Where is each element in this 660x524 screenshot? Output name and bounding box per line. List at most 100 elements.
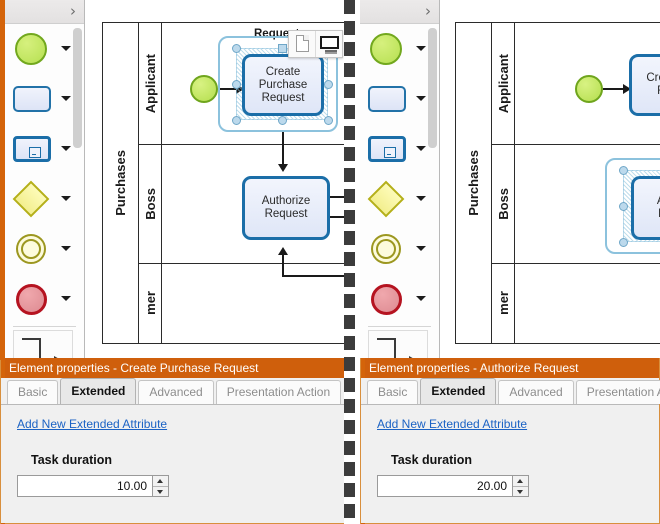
task-authorize-request[interactable]: AuthorizReques bbox=[631, 176, 660, 240]
task-duration-label: Task duration bbox=[31, 453, 113, 467]
stepper-down-icon[interactable] bbox=[513, 487, 528, 497]
diagram-canvas[interactable]: Purchases Applicant Boss mer bbox=[86, 0, 348, 358]
dropdown-caret-icon[interactable] bbox=[416, 196, 426, 201]
stepper-up-icon[interactable] bbox=[153, 476, 168, 487]
resize-handle-w[interactable] bbox=[232, 80, 241, 89]
palette-item-end-event[interactable] bbox=[360, 274, 439, 324]
shape-palette: › bbox=[5, 0, 85, 380]
red-circle-icon bbox=[368, 282, 412, 316]
pool-label-text: Purchases bbox=[466, 150, 481, 216]
palette-item-gateway[interactable] bbox=[5, 174, 84, 224]
stepper-up-icon[interactable] bbox=[513, 476, 528, 487]
element-properties-panel: Element properties - Create Purchase Req… bbox=[0, 358, 348, 524]
dropdown-caret-icon[interactable] bbox=[61, 96, 71, 101]
yellow-diamond-icon bbox=[367, 180, 412, 218]
tab-presentation-action[interactable]: Presentation Action bbox=[575, 380, 660, 404]
properties-body: Add New Extended Attribute Task duration… bbox=[1, 405, 347, 523]
dropdown-caret-icon[interactable] bbox=[416, 96, 426, 101]
pool-label: Purchases bbox=[103, 23, 139, 343]
start-event[interactable] bbox=[190, 75, 218, 103]
stepper-buttons bbox=[512, 476, 528, 496]
double-circle-icon bbox=[368, 232, 412, 266]
resize-handle-nw[interactable] bbox=[232, 44, 241, 53]
lane-boss-label: Boss bbox=[139, 144, 162, 263]
start-event[interactable] bbox=[575, 75, 603, 103]
dropdown-caret-icon[interactable] bbox=[61, 246, 71, 251]
add-new-extended-attribute-link[interactable]: Add New Extended Attribute bbox=[377, 417, 527, 431]
connector-line bbox=[282, 275, 348, 277]
chevron-right-icon[interactable]: › bbox=[425, 3, 431, 19]
double-circle-icon bbox=[13, 232, 57, 266]
add-new-extended-attribute-link[interactable]: Add New Extended Attribute bbox=[17, 417, 167, 431]
tab-advanced[interactable]: Advanced bbox=[498, 380, 574, 404]
resize-handle-se[interactable] bbox=[324, 116, 333, 125]
resize-handle-e[interactable] bbox=[324, 80, 333, 89]
palette-item-task[interactable] bbox=[360, 74, 439, 124]
palette-item-subprocess[interactable] bbox=[5, 124, 84, 174]
resize-handle-nw[interactable] bbox=[619, 166, 628, 175]
resize-handle-w[interactable] bbox=[619, 202, 628, 211]
task-duration-value[interactable]: 10.00 bbox=[18, 476, 152, 496]
minibar-screen-button[interactable] bbox=[316, 31, 342, 57]
resize-handle-n[interactable] bbox=[278, 44, 287, 53]
dropdown-caret-icon[interactable] bbox=[416, 46, 426, 51]
application-window: › Purchases Applicant Boss mer Request C… bbox=[0, 0, 660, 524]
dropdown-caret-icon[interactable] bbox=[416, 146, 426, 151]
chevron-right-icon[interactable]: › bbox=[70, 3, 76, 19]
task-label: Create PurcReques bbox=[646, 72, 660, 97]
lane-applicant-label: Applicant bbox=[139, 23, 162, 144]
resize-handle-s[interactable] bbox=[278, 116, 287, 125]
dropdown-caret-icon[interactable] bbox=[61, 196, 71, 201]
properties-title: Element properties - Authorize Request bbox=[361, 358, 659, 378]
palette-item-task[interactable] bbox=[5, 74, 84, 124]
dropdown-caret-icon[interactable] bbox=[61, 46, 71, 51]
left-accent-strip bbox=[0, 0, 5, 360]
task-duration-stepper[interactable]: 20.00 bbox=[377, 475, 529, 497]
stepper-buttons bbox=[152, 476, 168, 496]
palette-item-start-event[interactable] bbox=[5, 24, 84, 74]
task-create-purchase-request[interactable]: Create PurcReques bbox=[629, 54, 660, 116]
task-authorize-request[interactable]: Authorize Request bbox=[242, 176, 330, 240]
tab-extended[interactable]: Extended bbox=[420, 378, 497, 404]
minibar-document-button[interactable] bbox=[289, 31, 316, 57]
task-duration-stepper[interactable]: 10.00 bbox=[17, 475, 169, 497]
lane-label-text: Boss bbox=[495, 187, 511, 220]
collapsed-subprocess-icon bbox=[13, 132, 57, 166]
palette-item-start-event[interactable] bbox=[360, 24, 439, 74]
palette-item-intermediate-event[interactable] bbox=[5, 224, 84, 274]
tab-basic[interactable]: Basic bbox=[367, 380, 419, 404]
properties-tabstrip: Basic Extended Advanced Presentation Act… bbox=[361, 378, 660, 405]
lane-customer[interactable]: mer bbox=[492, 263, 660, 343]
stepper-down-icon[interactable] bbox=[153, 487, 168, 497]
palette-body bbox=[5, 24, 84, 380]
tab-advanced[interactable]: Advanced bbox=[138, 380, 214, 404]
resize-handle-sw[interactable] bbox=[232, 116, 241, 125]
palette-item-gateway[interactable] bbox=[360, 174, 439, 224]
pool-label-text: Purchases bbox=[113, 150, 128, 216]
diagram-canvas[interactable]: Purchases Applicant Boss mer bbox=[441, 0, 660, 358]
dropdown-caret-icon[interactable] bbox=[416, 246, 426, 251]
comparison-divider bbox=[344, 0, 355, 524]
tab-basic[interactable]: Basic bbox=[7, 380, 59, 404]
green-circle-icon bbox=[13, 32, 57, 66]
dropdown-caret-icon[interactable] bbox=[416, 296, 426, 301]
palette-item-end-event[interactable] bbox=[5, 274, 84, 324]
task-duration-value[interactable]: 20.00 bbox=[378, 476, 512, 496]
yellow-diamond-icon bbox=[12, 180, 57, 218]
element-properties-panel: Element properties - Authorize Request B… bbox=[360, 358, 660, 524]
right-pane: › Purchases Applicant Boss mer Cr Elemen… bbox=[360, 0, 660, 524]
dropdown-caret-icon[interactable] bbox=[61, 296, 71, 301]
context-minibar[interactable] bbox=[288, 30, 343, 58]
task-create-purchase-request[interactable]: Create Purchase Request bbox=[242, 54, 324, 116]
palette-item-subprocess[interactable] bbox=[360, 124, 439, 174]
tab-presentation-action[interactable]: Presentation Action bbox=[215, 380, 342, 404]
lane-label-text: Applicant bbox=[495, 53, 511, 114]
palette-item-intermediate-event[interactable] bbox=[360, 224, 439, 274]
rounded-rectangle-icon bbox=[368, 82, 412, 116]
lane-label-text: mer bbox=[142, 291, 158, 315]
task-duration-label: Task duration bbox=[391, 453, 473, 467]
dropdown-caret-icon[interactable] bbox=[61, 146, 71, 151]
tab-extended[interactable]: Extended bbox=[60, 378, 137, 404]
resize-handle-sw[interactable] bbox=[619, 238, 628, 247]
task-label: Create Purchase Request bbox=[258, 65, 308, 104]
